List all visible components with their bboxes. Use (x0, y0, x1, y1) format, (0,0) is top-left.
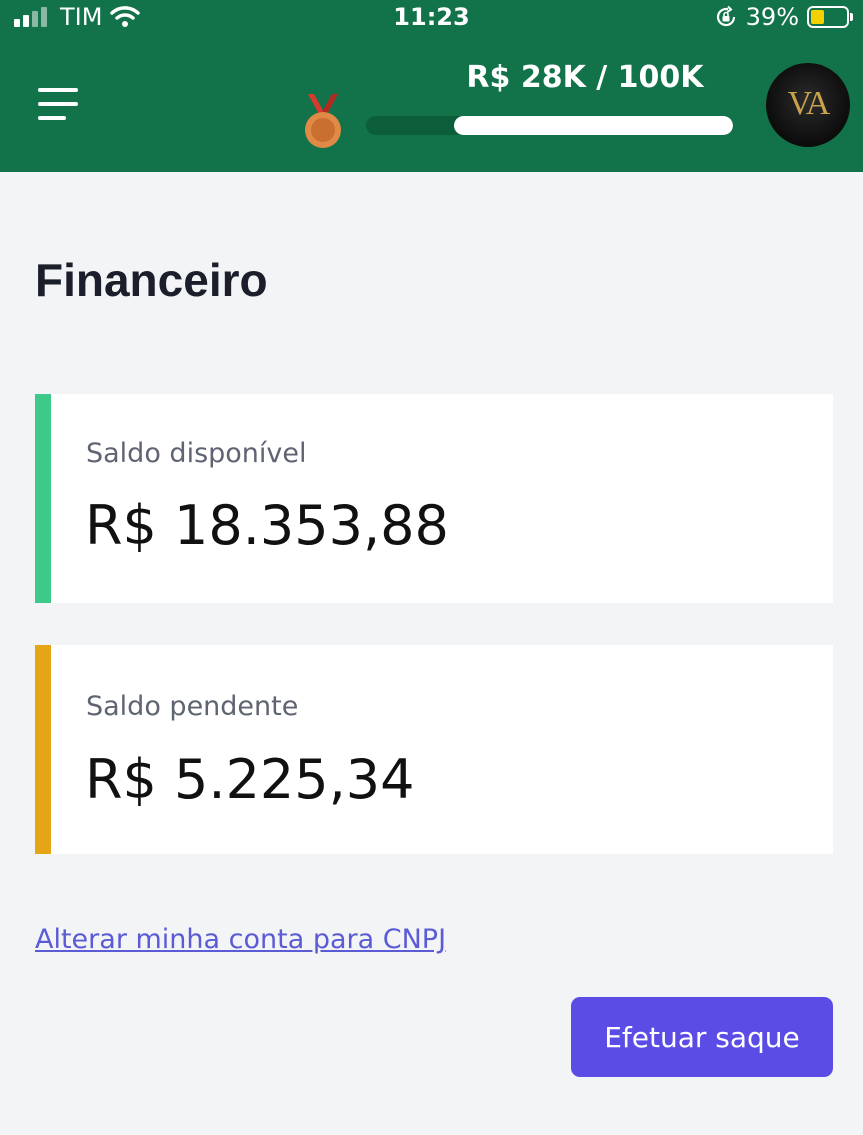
available-balance-value: R$ 18.353,88 (85, 494, 449, 557)
page-title: Financeiro (35, 254, 268, 306)
pending-balance-card: Saldo pendente R$ 5.225,34 (35, 645, 833, 854)
avatar-initials: VA (787, 85, 831, 122)
orientation-lock-icon (716, 5, 735, 27)
battery-percent: 39% (745, 3, 799, 31)
goal-progress-bar (366, 116, 733, 135)
available-balance-accent (35, 394, 51, 603)
pending-balance-accent (35, 645, 51, 854)
battery-level-fill (811, 10, 824, 24)
app-header: TIM 11:23 39% R$ 28K / 100K VA (0, 0, 863, 172)
available-balance-label: Saldo disponível (86, 438, 307, 469)
user-avatar[interactable]: VA (766, 63, 850, 147)
withdraw-button[interactable]: Efetuar saque (571, 997, 833, 1077)
bronze-medal-icon (305, 94, 341, 148)
hamburger-menu-icon[interactable] (38, 88, 80, 122)
available-balance-card: Saldo disponível R$ 18.353,88 (35, 394, 833, 603)
goal-progress-label: R$ 28K / 100K (466, 60, 704, 95)
pending-balance-value: R$ 5.225,34 (85, 748, 415, 811)
status-bar: TIM 11:23 39% (0, 0, 863, 40)
goal-progress-fill (454, 116, 733, 135)
status-right: 39% (714, 3, 853, 31)
change-to-cnpj-link[interactable]: Alterar minha conta para CNPJ (35, 924, 446, 955)
pending-balance-label: Saldo pendente (86, 691, 299, 722)
battery-tip (850, 13, 853, 21)
battery-icon (807, 6, 853, 28)
